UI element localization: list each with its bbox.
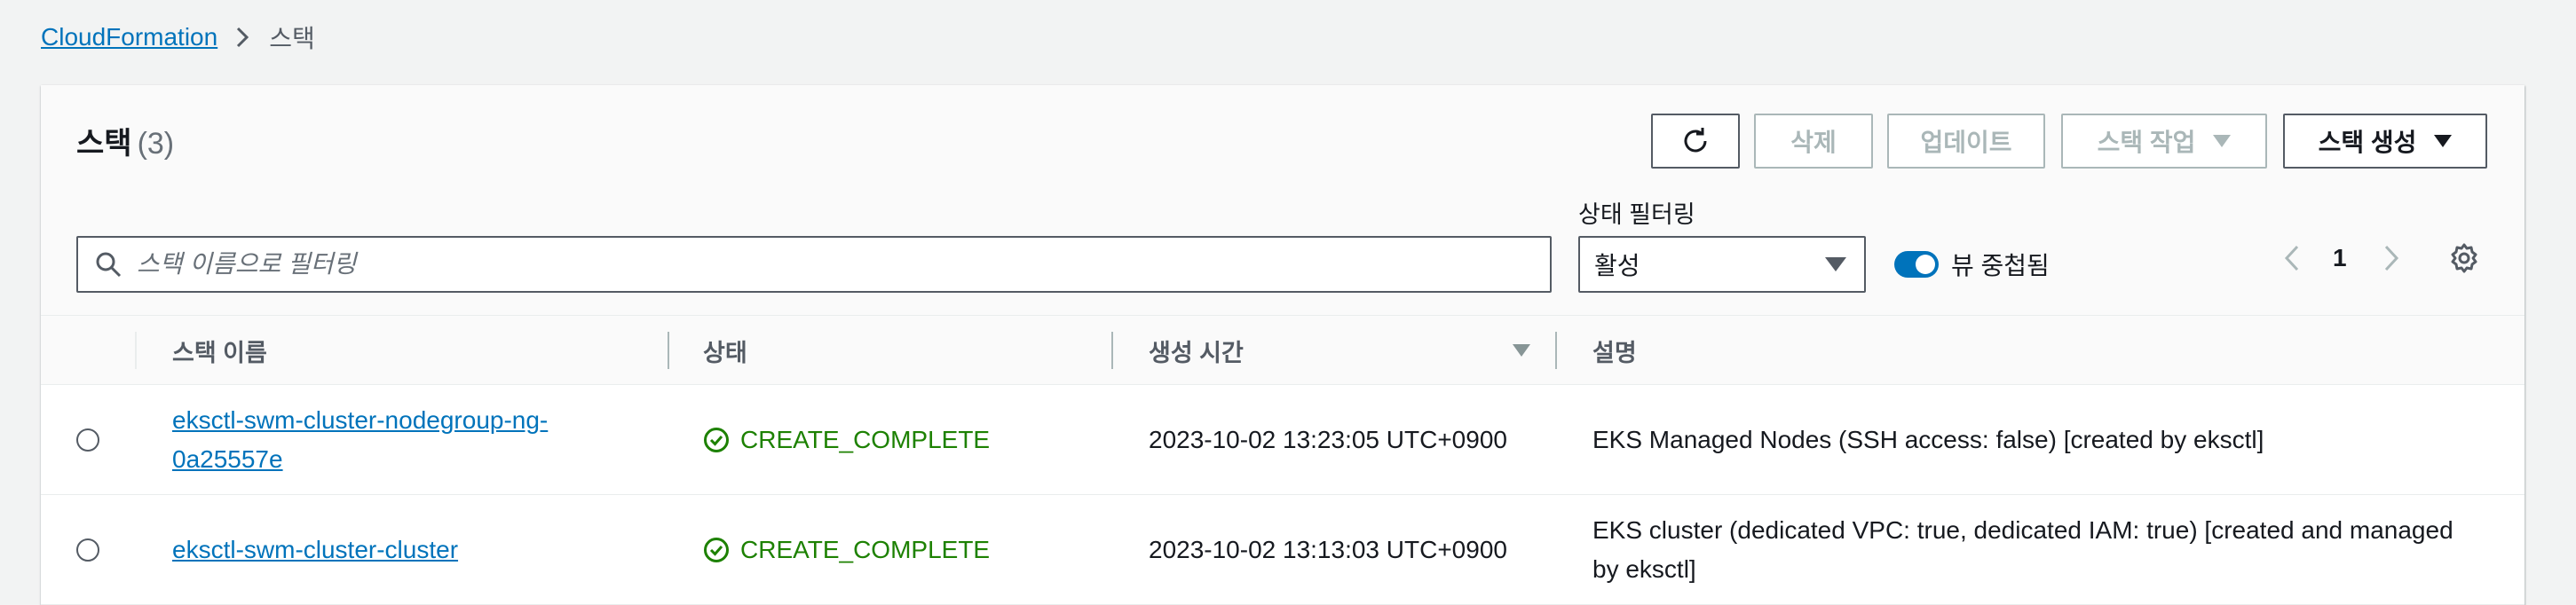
- column-divider[interactable]: [668, 332, 669, 369]
- description-line1: EKS cluster (dedicated VPC: true, dedica…: [1592, 516, 2454, 544]
- stack-name-link[interactable]: eksctl-swm-cluster-cluster: [172, 530, 458, 570]
- column-header-description[interactable]: 설명: [1592, 316, 1637, 385]
- table-row: eksctl-swm-cluster-cluster CREATE_COMPLE…: [41, 495, 2525, 605]
- stack-actions-button[interactable]: 스택 작업: [2061, 114, 2267, 169]
- breadcrumb-cloudformation-link[interactable]: CloudFormation: [41, 23, 217, 51]
- delete-button-label: 삭제: [1790, 129, 1837, 156]
- row-select-radio[interactable]: [76, 428, 99, 452]
- status-filter-label: 상태 필터링: [1578, 201, 1695, 228]
- caret-down-icon: [1825, 257, 1846, 271]
- status-success-icon: [704, 538, 729, 562]
- stack-name-link[interactable]: eksctl-swm-cluster-nodegroup-ng- 0a25557e: [172, 401, 548, 479]
- created-time-cell: 2023-10-02 13:23:05 UTC+0900: [1149, 426, 1507, 453]
- page-number[interactable]: 1: [2333, 236, 2347, 280]
- column-header-status[interactable]: 상태: [703, 316, 747, 385]
- next-page-button[interactable]: [2381, 236, 2402, 280]
- prev-page-button[interactable]: [2281, 236, 2303, 280]
- search-input[interactable]: [137, 250, 1521, 279]
- update-button-label: 업데이트: [1920, 129, 2012, 156]
- nested-view-toggle[interactable]: [1894, 251, 1939, 278]
- status-filter-value: 활성: [1594, 252, 1640, 279]
- status-cell: CREATE_COMPLETE: [703, 385, 990, 495]
- table-row: eksctl-swm-cluster-nodegroup-ng- 0a25557e…: [41, 385, 2525, 495]
- stack-name-cell: eksctl-swm-cluster-cluster: [172, 495, 669, 605]
- column-header-created-time[interactable]: 생성 시간: [1149, 316, 1244, 385]
- refresh-button[interactable]: [1651, 114, 1740, 169]
- page-title: 스택 (3): [76, 119, 174, 162]
- chevron-right-icon: [235, 26, 249, 49]
- chevron-left-icon: [2284, 245, 2299, 271]
- caret-down-icon: [2213, 135, 2232, 147]
- search-icon: [91, 250, 126, 279]
- delete-button[interactable]: 삭제: [1754, 114, 1873, 169]
- stacks-panel: 스택(3) 삭제 업데이트 스택 작업 스택 생성 상태 필터링 활성 뷰 중첩…: [41, 85, 2525, 605]
- column-divider[interactable]: [1555, 332, 1557, 369]
- status-text: CREATE_COMPLETE: [740, 426, 991, 453]
- status-text: CREATE_COMPLETE: [740, 536, 991, 563]
- column-divider: [135, 332, 137, 369]
- description-cell: EKS cluster (dedicated VPC: true, dedica…: [1592, 495, 2498, 605]
- column-divider[interactable]: [1111, 332, 1113, 369]
- create-stack-button[interactable]: 스택 생성: [2283, 114, 2487, 169]
- column-header-stack-name[interactable]: 스택 이름: [172, 316, 267, 385]
- stack-name-cell: eksctl-swm-cluster-nodegroup-ng- 0a25557e: [172, 385, 669, 495]
- preferences-button[interactable]: [2448, 236, 2480, 280]
- status-cell: CREATE_COMPLETE: [703, 495, 990, 605]
- caret-down-icon: [2434, 135, 2453, 147]
- panel-header: 스택(3) 삭제 업데이트 스택 작업 스택 생성 상태 필터링 활성 뷰 중첩…: [41, 85, 2525, 316]
- created-time-cell: 2023-10-02 13:13:03 UTC+0900: [1149, 536, 1507, 563]
- stack-actions-label: 스택 작업: [2097, 129, 2196, 156]
- description-cell: EKS Managed Nodes (SSH access: false) [c…: [1592, 426, 2264, 453]
- stack-count: (3): [137, 127, 175, 161]
- stack-name-line1: eksctl-swm-cluster-nodegroup-ng-: [172, 406, 549, 434]
- search-field[interactable]: [76, 236, 1552, 293]
- update-button[interactable]: 업데이트: [1887, 114, 2045, 169]
- row-select-radio[interactable]: [76, 538, 99, 562]
- description-line2: by eksctl]: [1592, 555, 1696, 583]
- page-title-text: 스택: [76, 127, 132, 161]
- refresh-icon: [1684, 128, 1707, 153]
- breadcrumb: CloudFormation 스택: [41, 20, 315, 55]
- status-success-icon: [704, 428, 729, 452]
- gear-icon: [2451, 243, 2477, 273]
- status-filter-select[interactable]: 활성: [1578, 236, 1866, 293]
- table-header: 스택 이름 상태 생성 시간 설명: [41, 316, 2525, 385]
- nested-view-label: 뷰 중첩됨: [1951, 252, 2050, 279]
- current-page: 1: [2333, 244, 2347, 271]
- chevron-right-icon: [2384, 245, 2399, 271]
- breadcrumb-current: 스택: [269, 25, 315, 52]
- create-stack-label: 스택 생성: [2318, 129, 2417, 156]
- stack-name-line2: 0a25557e: [172, 445, 283, 473]
- nested-view-toggle-group: 뷰 중첩됨: [1894, 245, 2050, 284]
- sort-down-icon[interactable]: [1511, 316, 1532, 385]
